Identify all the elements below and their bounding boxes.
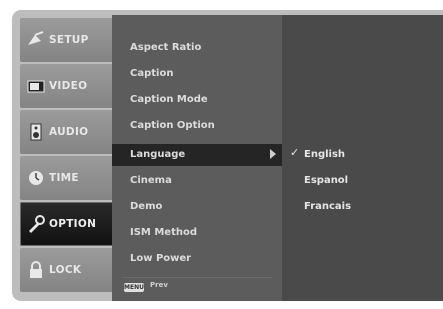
- menu-item-low-power[interactable]: Low Power: [130, 250, 191, 268]
- prev-label: Prev: [150, 281, 168, 289]
- sidebar-item-label: LOCK: [49, 264, 82, 276]
- sidebar-item-label: AUDIO: [49, 126, 89, 138]
- clock-icon: [29, 171, 43, 185]
- language-option-espanol[interactable]: Espanol: [304, 172, 348, 190]
- sidebar-item-video[interactable]: VIDEO: [20, 64, 118, 108]
- sidebar-item-lock[interactable]: LOCK: [20, 248, 118, 292]
- sidebar: SETUP VIDEO AUDIO TIME OPTION LOCK: [20, 18, 118, 293]
- wrench-icon: [29, 215, 45, 233]
- sidebar-item-label: OPTION: [49, 218, 97, 230]
- menu-item-language[interactable]: Language: [130, 146, 185, 164]
- menu-item-demo[interactable]: Demo: [130, 198, 162, 216]
- sidebar-item-option[interactable]: OPTION: [20, 202, 118, 246]
- speaker-icon: [30, 123, 42, 141]
- satellite-dish-icon: [28, 31, 44, 45]
- footer-divider: [122, 277, 272, 278]
- menu-panel: Aspect Ratio Caption Caption Mode Captio…: [112, 15, 443, 301]
- tv-icon: [27, 80, 45, 93]
- submenu-arrow-icon: [270, 149, 276, 159]
- sidebar-item-label: VIDEO: [49, 80, 88, 92]
- sidebar-item-audio[interactable]: AUDIO: [20, 110, 118, 154]
- language-option-francais[interactable]: Francais: [304, 198, 351, 216]
- menu-item-caption[interactable]: Caption: [130, 65, 173, 83]
- menu-item-caption-mode[interactable]: Caption Mode: [130, 91, 208, 109]
- option-menu: Aspect Ratio Caption Caption Mode Captio…: [112, 15, 282, 301]
- sidebar-item-label: SETUP: [49, 34, 89, 46]
- sidebar-item-time[interactable]: TIME: [20, 156, 118, 200]
- sidebar-item-setup[interactable]: SETUP: [20, 18, 118, 62]
- menu-item-aspect-ratio[interactable]: Aspect Ratio: [130, 39, 201, 57]
- padlock-icon: [30, 261, 42, 278]
- menu-item-caption-option[interactable]: Caption Option: [130, 117, 215, 135]
- menu-button[interactable]: MENU: [124, 283, 144, 292]
- sidebar-item-label: TIME: [49, 172, 79, 184]
- menu-item-ism-method[interactable]: ISM Method: [130, 224, 197, 242]
- menu-item-cinema[interactable]: Cinema: [130, 172, 172, 190]
- checkmark-icon: ✓: [290, 146, 300, 159]
- language-option-english[interactable]: English: [304, 146, 345, 164]
